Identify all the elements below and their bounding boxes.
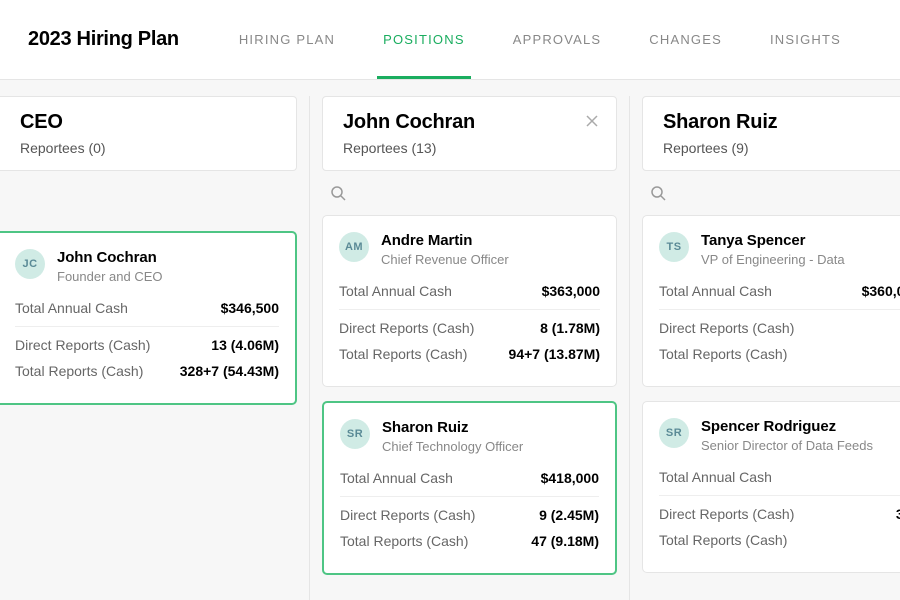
dr-label: Direct Reports (Cash)	[659, 320, 794, 336]
search-icon[interactable]	[650, 185, 666, 201]
tr-value: 328+7 (54.43M)	[180, 363, 279, 379]
avatar: AM	[339, 232, 369, 262]
column-name: John Cochran	[343, 111, 596, 134]
column-header: John Cochran Reportees (13)	[322, 96, 617, 171]
card-header: AM Andre Martin Chief Revenue Officer	[339, 232, 600, 267]
org-board: CEO Reportees (0) JC John Cochran Founde…	[0, 80, 900, 600]
person-name: John Cochran	[57, 249, 163, 266]
close-icon[interactable]	[584, 113, 600, 129]
person-name: Andre Martin	[381, 232, 509, 249]
plan-title: 2023 Hiring Plan	[28, 28, 179, 51]
tr-value: 94+7 (13.87M)	[509, 346, 600, 362]
divider	[659, 309, 900, 310]
dr-value: 8 (1.78M)	[540, 320, 600, 336]
divider	[15, 326, 279, 327]
person-name: Tanya Spencer	[701, 232, 845, 249]
tac-label: Total Annual Cash	[659, 469, 772, 485]
column-header: Sharon Ruiz Reportees (9)	[642, 96, 900, 171]
tac-value: $363,000	[542, 283, 600, 299]
column-name: Sharon Ruiz	[663, 111, 900, 134]
person-title: Chief Revenue Officer	[381, 252, 509, 267]
column-reportees: Reportees (0)	[20, 140, 276, 156]
dr-label: Direct Reports (Cash)	[659, 506, 794, 522]
avatar: SR	[659, 418, 689, 448]
person-name: Spencer Rodriguez	[701, 418, 873, 435]
person-title: Senior Director of Data Feeds	[701, 438, 873, 453]
search-row	[322, 179, 617, 215]
column-ceo: CEO Reportees (0) JC John Cochran Founde…	[0, 96, 310, 600]
person-title: Chief Technology Officer	[382, 439, 523, 454]
person-card[interactable]: TS Tanya Spencer VP of Engineering - Dat…	[642, 215, 900, 387]
tac-label: Total Annual Cash	[15, 300, 128, 316]
dr-label: Direct Reports (Cash)	[339, 320, 474, 336]
avatar: JC	[15, 249, 45, 279]
tr-label: Total Reports (Cash)	[340, 533, 468, 549]
tac-value: $346,500	[221, 300, 279, 316]
column-reportees: Reportees (9)	[663, 140, 900, 156]
tabs: HIRING PLAN POSITIONS APPROVALS CHANGES …	[239, 0, 872, 79]
tr-label: Total Reports (Cash)	[659, 532, 787, 548]
card-header: SR Sharon Ruiz Chief Technology Officer	[340, 419, 599, 454]
person-card[interactable]: SR Spencer Rodriguez Senior Director of …	[642, 401, 900, 573]
divider	[659, 495, 900, 496]
card-header: TS Tanya Spencer VP of Engineering - Dat…	[659, 232, 900, 267]
tac-label: Total Annual Cash	[340, 470, 453, 486]
tr-label: Total Reports (Cash)	[659, 346, 787, 362]
dr-label: Direct Reports (Cash)	[15, 337, 150, 353]
column-reportees: Reportees (13)	[343, 140, 596, 156]
dr-value: 3 (0	[896, 506, 900, 522]
search-row	[642, 179, 900, 215]
dr-value: 13 (4.06M)	[211, 337, 279, 353]
avatar: TS	[659, 232, 689, 262]
tac-label: Total Annual Cash	[659, 283, 772, 299]
tac-value: $360,000	[862, 283, 900, 299]
topbar: 2023 Hiring Plan HIRING PLAN POSITIONS A…	[0, 0, 900, 80]
tac-value: $418,000	[541, 470, 599, 486]
card-header: JC John Cochran Founder and CEO	[15, 249, 279, 284]
card-header: SR Spencer Rodriguez Senior Director of …	[659, 418, 900, 453]
tab-insights[interactable]: INSIGHTS	[770, 0, 841, 79]
column-sharon-ruiz: Sharon Ruiz Reportees (9) TS Tanya Spenc…	[630, 96, 900, 600]
divider	[339, 309, 600, 310]
tr-label: Total Reports (Cash)	[15, 363, 143, 379]
person-title: VP of Engineering - Data	[701, 252, 845, 267]
search-icon[interactable]	[330, 185, 346, 201]
column-header: CEO Reportees (0)	[0, 96, 297, 171]
tac-label: Total Annual Cash	[339, 283, 452, 299]
column-name: CEO	[20, 111, 276, 134]
person-card[interactable]: SR Sharon Ruiz Chief Technology Officer …	[322, 401, 617, 575]
column-john-cochran: John Cochran Reportees (13) AM Andre Mar…	[310, 96, 630, 600]
dr-value: 9 (2.45M)	[539, 507, 599, 523]
spacer	[0, 179, 297, 231]
tab-hiring-plan[interactable]: HIRING PLAN	[239, 0, 335, 79]
dr-label: Direct Reports (Cash)	[340, 507, 475, 523]
tab-positions[interactable]: POSITIONS	[383, 0, 465, 79]
tab-approvals[interactable]: APPROVALS	[513, 0, 602, 79]
tr-label: Total Reports (Cash)	[339, 346, 467, 362]
avatar: SR	[340, 419, 370, 449]
tab-changes[interactable]: CHANGES	[649, 0, 722, 79]
person-card[interactable]: JC John Cochran Founder and CEO Total An…	[0, 231, 297, 405]
person-title: Founder and CEO	[57, 269, 163, 284]
person-card[interactable]: AM Andre Martin Chief Revenue Officer To…	[322, 215, 617, 387]
tr-value: 47 (9.18M)	[531, 533, 599, 549]
divider	[340, 496, 599, 497]
person-name: Sharon Ruiz	[382, 419, 523, 436]
